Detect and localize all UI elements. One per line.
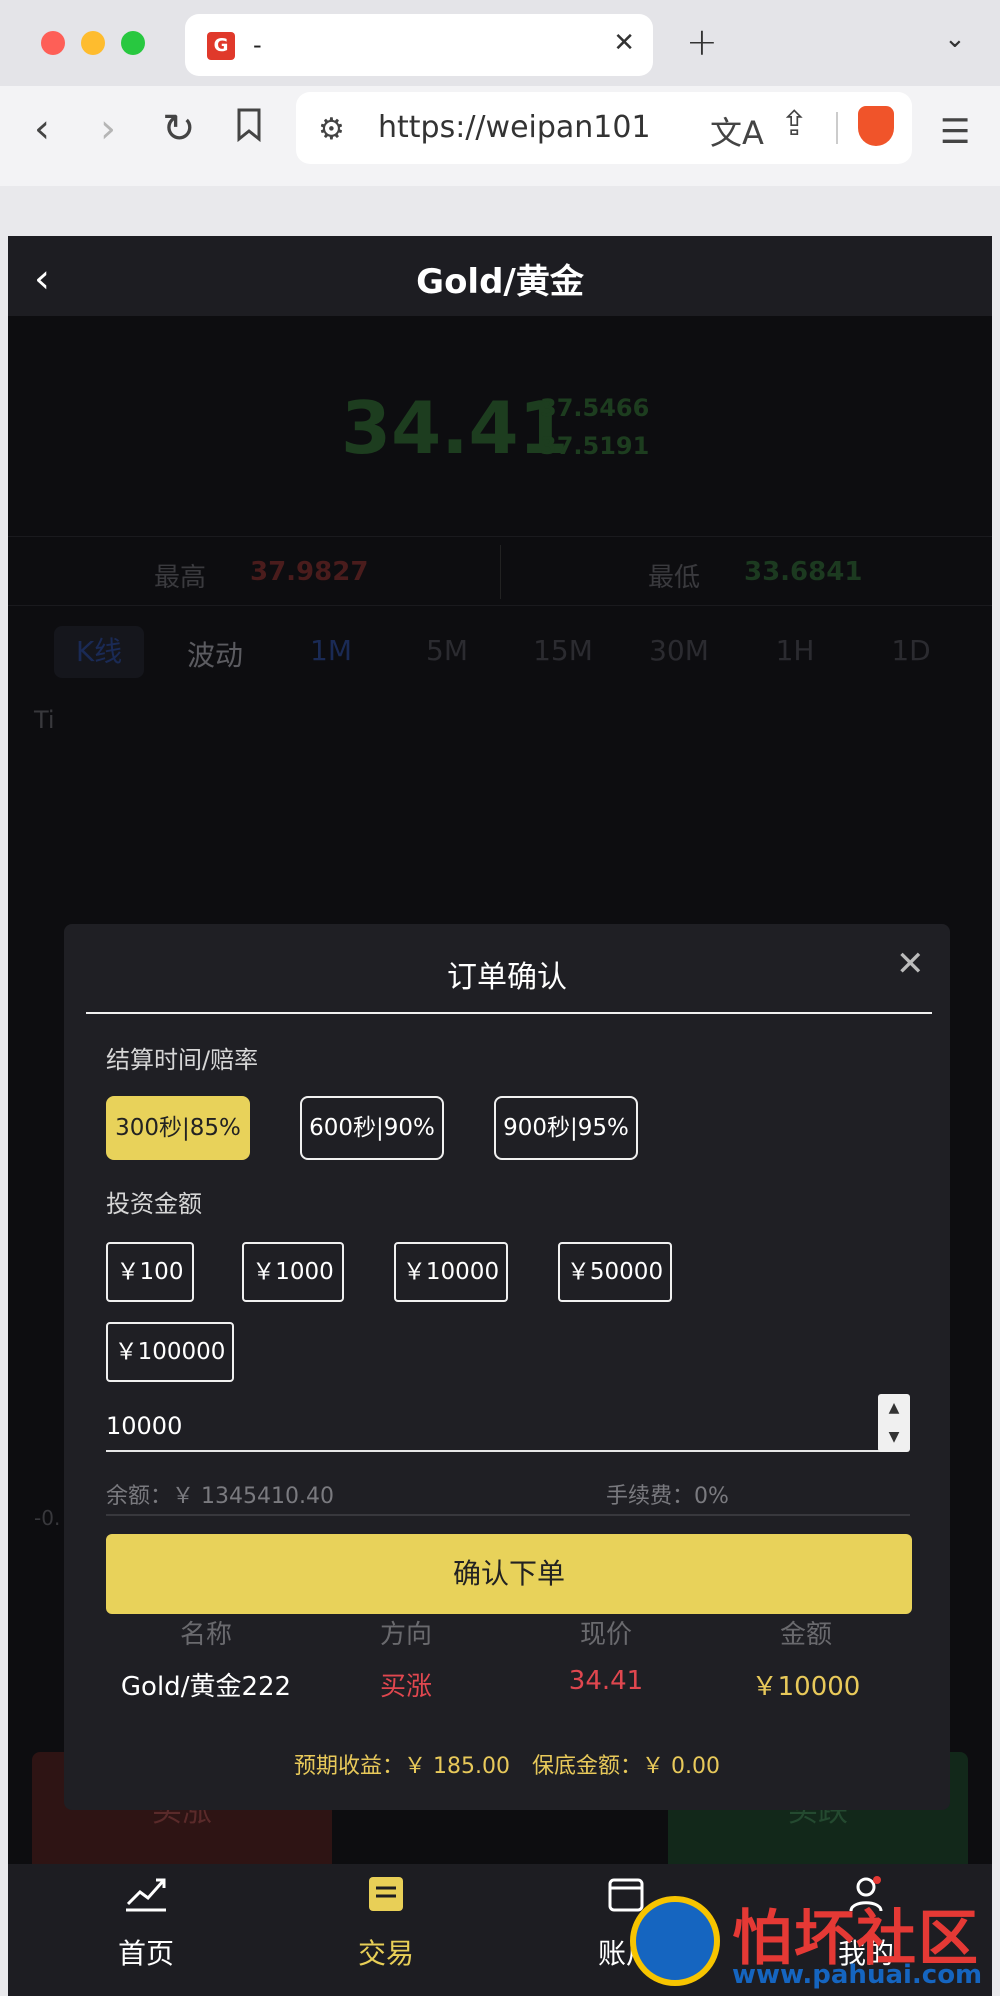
page-header: ‹ Gold/黄金	[8, 236, 992, 316]
summary-price: 34.41	[568, 1666, 644, 1696]
price-sub-1: 37.5466	[540, 394, 650, 422]
share-icon[interactable]: ⇪	[780, 104, 809, 144]
tab-5m[interactable]: 5M	[402, 634, 492, 667]
time-option-600[interactable]: 600秒|90%	[300, 1096, 444, 1160]
low-value: 33.6841	[744, 557, 863, 587]
nav-trade[interactable]: 交易	[306, 1874, 466, 1972]
new-tab-icon[interactable]: +	[686, 20, 718, 64]
stepper-up-icon[interactable]: ▲	[878, 1394, 910, 1423]
tab-1m[interactable]: 1M	[286, 634, 376, 667]
summary-header-amount: 金额	[779, 1620, 832, 1650]
browser-tab[interactable]: G - ✕	[185, 14, 653, 76]
divider	[500, 545, 501, 599]
amount-option-1000[interactable]: ￥1000	[242, 1242, 344, 1302]
address-bar[interactable]: ⚙ https://weipan101 文A ⇪	[296, 92, 912, 164]
modal-title: 订单确认	[447, 960, 567, 995]
divider	[836, 112, 838, 144]
page-title: Gold/黄金	[416, 262, 584, 302]
chart-label-top: Ti	[34, 706, 55, 734]
window-close-button[interactable]	[41, 31, 65, 55]
summary-header-price: 现价	[579, 1620, 632, 1650]
brave-shield-icon[interactable]	[858, 106, 894, 146]
high-label: 最高	[154, 563, 207, 593]
window-minimize-button[interactable]	[81, 31, 105, 55]
chart-label-bottom: -0.	[34, 1506, 61, 1530]
tab-30m[interactable]: 30M	[634, 634, 724, 667]
time-option-300[interactable]: 300秒|85%	[106, 1096, 250, 1160]
balance-text: 余额：￥ 1345410.40	[106, 1484, 334, 1509]
forward-icon[interactable]: ›	[100, 106, 116, 152]
url-text[interactable]: https://weipan101	[378, 110, 651, 145]
low-label: 最低	[648, 563, 701, 593]
amount-option-50000[interactable]: ￥50000	[558, 1242, 672, 1302]
summary-header-direction: 方向	[379, 1620, 432, 1650]
close-icon[interactable]: ✕	[896, 944, 925, 984]
amount-input[interactable]	[106, 1402, 882, 1452]
summary-name: Gold/黄金222	[120, 1672, 292, 1702]
amount-label: 投资金额	[106, 1190, 202, 1218]
amount-stepper[interactable]: ▲ ▼	[878, 1394, 910, 1452]
period-tabs: K线 波动 1M 5M 15M 30M 1H 1D	[8, 620, 992, 684]
balance-row: 余额：￥ 1345410.40 手续费：0%	[106, 1476, 910, 1516]
trade-icon	[306, 1874, 466, 1926]
settlement-time-label: 结算时间/赔率	[106, 1046, 259, 1074]
bookmark-icon[interactable]	[236, 106, 262, 152]
watermark-logo-icon	[630, 1896, 720, 1986]
nav-home-label: 首页	[117, 1937, 174, 1970]
divider	[86, 1012, 932, 1014]
watermark: 怕坏社区 www.pahuai.com	[620, 1880, 990, 1990]
price-sub-2: 37.5191	[540, 432, 650, 460]
tab-close-icon[interactable]: ✕	[613, 28, 635, 58]
current-price: 34.41	[341, 386, 569, 470]
amount-option-100[interactable]: ￥100	[106, 1242, 194, 1302]
summary-header-name: 名称	[179, 1620, 232, 1650]
browser-tabbar: G - ✕ + ⌄	[0, 0, 1000, 86]
stepper-down-icon[interactable]: ▼	[878, 1423, 910, 1452]
amount-option-10000[interactable]: ￥10000	[394, 1242, 508, 1302]
chevron-down-icon[interactable]: ⌄	[944, 24, 966, 54]
expected-return: 预期收益：￥ 185.00 保底金额：￥ 0.00	[294, 1754, 720, 1779]
summary-direction: 买涨	[379, 1672, 432, 1702]
hamburger-menu-icon[interactable]: ☰	[940, 112, 970, 152]
tab-kline[interactable]: K线	[54, 626, 144, 678]
tab-title: -	[253, 31, 262, 59]
reload-icon[interactable]: ↻	[162, 106, 196, 152]
tab-wave[interactable]: 波动	[170, 634, 260, 674]
high-value: 37.9827	[250, 557, 369, 587]
browser-toolbar: ‹ › ↻ ⚙ https://weipan101 文A ⇪ ☰	[0, 86, 1000, 186]
confirm-order-button[interactable]: 确认下单	[106, 1534, 912, 1614]
chart-icon	[66, 1874, 226, 1926]
tab-15m[interactable]: 15M	[518, 634, 608, 667]
order-confirm-modal: 订单确认 ✕ 结算时间/赔率 300秒|85% 600秒|90% 900秒|95…	[64, 924, 950, 1810]
tab-1d[interactable]: 1D	[866, 634, 956, 667]
window-zoom-button[interactable]	[121, 31, 145, 55]
nav-trade-label: 交易	[357, 1937, 414, 1970]
nav-home[interactable]: 首页	[66, 1874, 226, 1972]
amount-option-100000[interactable]: ￥100000	[106, 1322, 234, 1382]
stats-row: 最高 37.9827 最低 33.6841	[8, 536, 992, 606]
translate-icon[interactable]: 文A	[710, 108, 764, 154]
tab-1h[interactable]: 1H	[750, 634, 840, 667]
summary-amount: ￥10000	[751, 1672, 861, 1702]
back-icon[interactable]: ‹	[34, 106, 50, 152]
watermark-url: www.pahuai.com	[732, 1960, 983, 1990]
app-page: ‹ Gold/黄金 34.41 37.5466 37.5191 最高 37.98…	[8, 236, 992, 1996]
time-option-900[interactable]: 900秒|95%	[494, 1096, 638, 1160]
fee-text: 手续费：0%	[606, 1484, 729, 1509]
site-settings-icon[interactable]: ⚙	[318, 112, 345, 147]
favicon-icon: G	[207, 32, 235, 60]
